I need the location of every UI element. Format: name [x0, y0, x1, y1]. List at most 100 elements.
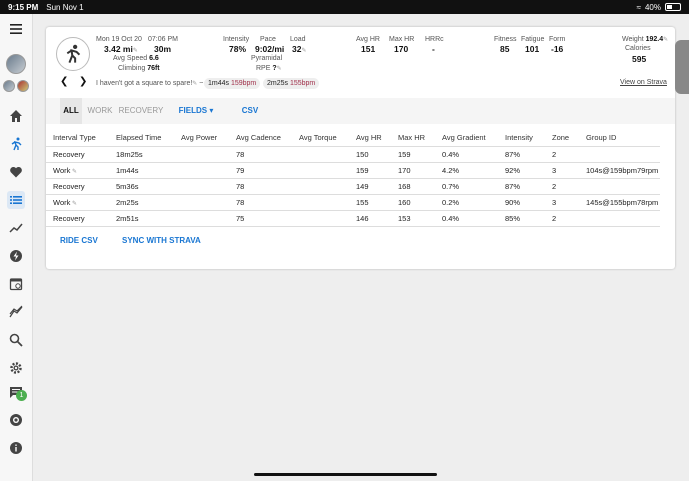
trending-up-icon[interactable] — [7, 219, 25, 237]
table-row[interactable]: Work ✎ 2m25s 78 155 160 0.2% 90% 3 145s@155bpm78… — [46, 194, 660, 211]
calendar-schedule-icon[interactable] — [7, 275, 25, 293]
discourse-icon[interactable] — [7, 411, 25, 429]
activity-distance[interactable]: 3.42 mi✎ — [104, 44, 138, 54]
edit-pencil-icon[interactable]: ✎ — [277, 66, 282, 72]
weight[interactable]: Weight 192.4✎ — [622, 36, 668, 43]
status-time: 9:15 PM — [8, 2, 39, 12]
table-cell: 2 — [545, 146, 579, 163]
side-panel-handle[interactable] — [675, 40, 689, 94]
cell-value: Recovery — [53, 181, 85, 191]
home-icon[interactable] — [7, 107, 25, 125]
form-label: Form — [549, 36, 566, 43]
load-value[interactable]: 32✎ — [292, 44, 307, 54]
view-on-strava-link[interactable]: View on Strava — [620, 79, 667, 86]
col-elapsed-time[interactable]: Elapsed Time — [109, 129, 174, 147]
table-cell — [292, 162, 349, 179]
cell-value: 155 — [356, 197, 369, 207]
col-avg-cadence[interactable]: Avg Cadence — [229, 129, 292, 147]
table-cell: 3 — [545, 194, 579, 211]
tab-all[interactable]: ALL — [60, 98, 82, 124]
edit-pencil-icon[interactable]: ✎ — [70, 169, 77, 175]
hrrc-label: HRRc — [425, 36, 444, 43]
search-icon[interactable] — [7, 331, 25, 349]
table-cell: 2m51s — [109, 210, 174, 227]
notification-badge: 1 — [16, 390, 27, 401]
info-icon[interactable] — [7, 439, 25, 457]
pace-label: Pace — [260, 36, 276, 43]
table-row[interactable]: Work ✎ 1m44s 79 159 170 4.2% 92% 3 104s@159bpm79… — [46, 162, 660, 179]
activity-card: Mon 19 Oct 20 07:06 PM 3.42 mi✎ 30m Avg … — [46, 27, 675, 269]
cell-value: 146 — [356, 213, 369, 223]
ride-csv-button[interactable]: RIDE CSV — [60, 236, 98, 245]
cell-value: 92% — [505, 165, 521, 175]
col-zone[interactable]: Zone — [545, 129, 579, 147]
hrrc-value: - — [432, 44, 435, 54]
table-cell: 2m25s — [109, 194, 174, 211]
compare-chart-icon[interactable] — [7, 303, 25, 321]
edit-pencil-icon[interactable]: ✎ — [663, 37, 668, 43]
sync-with-strava-button[interactable]: SYNC WITH STRAVA — [122, 236, 201, 245]
cell-value: 78 — [236, 197, 245, 207]
calories-label: Calories — [625, 45, 651, 52]
activity-type-icon[interactable] — [56, 37, 90, 71]
hamburger-menu-icon[interactable] — [7, 20, 25, 38]
col-group-id[interactable]: Group ID — [579, 129, 660, 147]
cell-value: 4.2% — [442, 165, 460, 175]
col-avg-power[interactable]: Avg Power — [174, 129, 229, 147]
prev-activity-chevron-icon[interactable]: ❮ — [60, 76, 68, 87]
col-avg-hr[interactable]: Avg HR — [349, 129, 391, 147]
tab-work[interactable]: WORK — [86, 98, 114, 124]
activity-note[interactable]: I haven't got a square to spare!✎ ~ — [96, 80, 203, 87]
settings-gear-icon[interactable] — [7, 359, 25, 377]
next-activity-chevron-icon[interactable]: ❯ — [79, 76, 87, 87]
col-interval-type[interactable]: Interval Type — [46, 129, 109, 147]
interval-chip-2[interactable]: 2m25s 155bpm — [263, 78, 320, 89]
home-indicator[interactable] — [254, 473, 437, 476]
rpe[interactable]: RPE ?✎ — [256, 65, 282, 72]
cell-value: 0.7% — [442, 181, 460, 191]
table-cell: 153 — [391, 210, 435, 227]
col-max-hr[interactable]: Max HR — [391, 129, 435, 147]
heart-icon[interactable] — [7, 163, 25, 181]
table-cell: 168 — [391, 178, 435, 195]
intervals-table: Interval Type Elapsed Time Avg Power Avg… — [46, 129, 660, 227]
fields-dropdown[interactable]: FIELDS ▾ — [174, 98, 218, 124]
table-cell: 0.4% — [435, 210, 498, 227]
interval-chip-1[interactable]: 1m44s 159bpm — [204, 78, 261, 89]
table-cell — [174, 162, 229, 179]
cell-value: 0.4% — [442, 149, 460, 159]
edit-pencil-icon[interactable]: ✎ — [192, 81, 197, 87]
csv-button[interactable]: CSV — [236, 98, 264, 124]
activity-run-icon[interactable] — [7, 135, 25, 153]
table-cell: 75 — [229, 210, 292, 227]
table-cell: 0.4% — [435, 146, 498, 163]
cell-value: 2 — [552, 149, 557, 159]
intervals-list-icon[interactable] — [7, 191, 25, 209]
col-avg-torque[interactable]: Avg Torque — [292, 129, 349, 147]
cell-value: Recovery — [53, 149, 85, 159]
table-cell: 18m25s — [109, 146, 174, 163]
table-cell: Work ✎ — [46, 194, 109, 211]
power-bolt-icon[interactable] — [7, 247, 25, 265]
cell-value: 78 — [236, 181, 245, 191]
athlete-avatar-1[interactable] — [3, 80, 15, 92]
table-cell — [174, 210, 229, 227]
athlete-avatar-2[interactable] — [17, 80, 29, 92]
tab-recovery[interactable]: RECOVERY — [118, 98, 164, 124]
table-cell: 79 — [229, 162, 292, 179]
table-cell: Work ✎ — [46, 162, 109, 179]
edit-pencil-icon[interactable]: ✎ — [70, 201, 77, 207]
col-intensity[interactable]: Intensity — [498, 129, 545, 147]
table-row[interactable]: Recovery 18m25s 78 150 159 0.4% 87% 2 — [46, 146, 660, 163]
edit-pencil-icon[interactable]: ✎ — [301, 48, 306, 54]
form-value: -16 — [551, 44, 564, 54]
table-row[interactable]: Recovery 2m51s 75 146 153 0.4% 85% 2 — [46, 210, 660, 227]
user-avatar[interactable] — [6, 54, 26, 74]
table-cell: 78 — [229, 178, 292, 195]
table-cell: 87% — [498, 146, 545, 163]
max-hr-value: 170 — [394, 44, 409, 54]
table-row[interactable]: Recovery 5m36s 78 149 168 0.7% 87% 2 — [46, 178, 660, 195]
edit-pencil-icon[interactable]: ✎ — [133, 48, 138, 54]
cell-value: 1m44s — [116, 165, 139, 175]
col-avg-gradient[interactable]: Avg Gradient — [435, 129, 498, 147]
